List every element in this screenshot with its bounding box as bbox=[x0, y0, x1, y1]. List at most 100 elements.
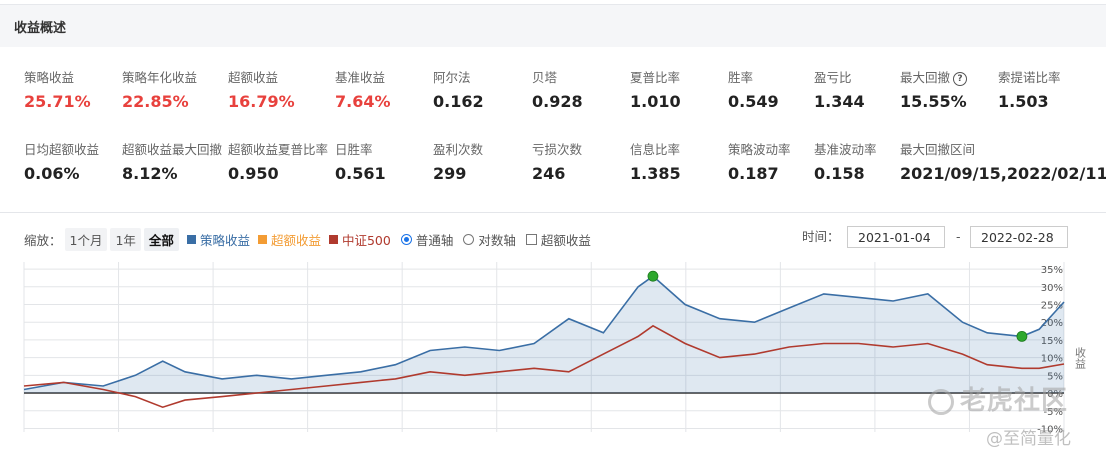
metric-1: 策略收益 25.71% bbox=[24, 67, 91, 111]
metric-value: 0.06% bbox=[24, 164, 80, 183]
metric-value: 7.64% bbox=[335, 92, 391, 111]
marker-drawdown-end bbox=[1016, 330, 1028, 342]
y-tick-label: 25% bbox=[1041, 301, 1063, 312]
metric-value: 22.85% bbox=[122, 92, 189, 111]
metric-label-wrap: 最大回撤? bbox=[900, 67, 968, 86]
metric-value: 16.79% bbox=[228, 92, 295, 111]
zoom-label: 缩放： bbox=[24, 233, 62, 248]
legend-excess-swatch bbox=[257, 235, 267, 244]
watermark-logo: 老虎社区 bbox=[928, 380, 1068, 417]
metric-label: 超额收益 bbox=[228, 70, 279, 85]
metric-r2-9: 基准波动率 0.158 bbox=[814, 139, 877, 183]
date-separator: - bbox=[956, 229, 961, 244]
excess-checkbox-label: 超额收益 bbox=[540, 233, 591, 248]
metric-label: 信息比率 bbox=[630, 142, 681, 157]
normal-axis-label: 普通轴 bbox=[415, 233, 454, 248]
y-axis-label: 收益 bbox=[1074, 346, 1087, 369]
legend-csi500-swatch bbox=[328, 235, 338, 244]
log-axis-label: 对数轴 bbox=[478, 233, 516, 248]
end-date-input[interactable]: 2022-02-28 bbox=[970, 226, 1068, 248]
legend-strategy-swatch bbox=[186, 235, 196, 244]
metric-label: 盈亏比 bbox=[814, 70, 852, 85]
metric-r2-3: 超额收益夏普比率 0.950 bbox=[228, 139, 328, 183]
metric-label: 超额收益最大回撤 bbox=[122, 142, 223, 157]
metric-label: 贝塔 bbox=[532, 70, 558, 85]
metric-label: 基准收益 bbox=[335, 70, 386, 85]
metric-label: 最大回撤区间 bbox=[900, 142, 976, 157]
metric-label: 阿尔法 bbox=[433, 70, 471, 85]
legend-excess-label: 超额收益 bbox=[270, 233, 321, 248]
y-tick-label: 35% bbox=[1041, 265, 1063, 276]
metric-label: 策略收益 bbox=[24, 70, 75, 85]
metric-label: 索提诺比率 bbox=[998, 70, 1061, 85]
metric-value: 299 bbox=[433, 164, 467, 183]
chart-controls: 缩放： 1个月 1年 全部 策略收益 超额收益 中证500 普通轴 对数轴 超额… bbox=[24, 228, 591, 251]
metric-label: 日均超额收益 bbox=[24, 142, 100, 157]
watermark-handle: @至简量化 bbox=[986, 429, 1071, 449]
metric-value: 0.549 bbox=[728, 92, 779, 111]
metric-6: 贝塔 0.928 bbox=[532, 67, 583, 111]
metric-value: 8.12% bbox=[122, 164, 178, 183]
metric-r2-2: 超额收益最大回撤 8.12% bbox=[122, 139, 222, 183]
metric-value: 0.928 bbox=[532, 92, 583, 111]
legend-csi500-label: 中证500 bbox=[341, 233, 391, 248]
metric-label: 超额收益夏普比率 bbox=[228, 142, 329, 157]
metric-8: 胜率 0.549 bbox=[728, 67, 779, 111]
metric-7: 夏普比率 1.010 bbox=[630, 67, 681, 111]
legend-excess[interactable]: 超额收益 bbox=[257, 230, 321, 249]
metric-r2-5: 盈利次数 299 bbox=[433, 139, 483, 183]
metric-label: 最大回撤 bbox=[900, 70, 951, 85]
metric-value: 246 bbox=[532, 164, 566, 183]
series-line-csi500 bbox=[23, 324, 1065, 409]
metric-4: 基准收益 7.64% bbox=[335, 67, 391, 111]
section-header: 收益概述 bbox=[0, 4, 1106, 47]
metric-r2-10: 最大回撤区间 2021/09/15,2022/02/11 bbox=[900, 139, 1106, 183]
metric-value: 15.55% bbox=[900, 92, 967, 111]
metric-value: 1.010 bbox=[630, 92, 681, 111]
time-label: 时间： bbox=[802, 229, 840, 244]
metric-r2-6: 亏损次数 246 bbox=[532, 139, 582, 183]
marker-drawdown-start bbox=[647, 270, 659, 282]
start-date-input[interactable]: 2021-01-04 bbox=[847, 226, 945, 248]
zoom-all-button[interactable]: 全部 bbox=[143, 228, 179, 251]
excess-checkbox[interactable] bbox=[525, 234, 537, 245]
y-tick-label: 20% bbox=[1041, 318, 1063, 329]
zoom-1y-button[interactable]: 1年 bbox=[110, 228, 141, 251]
series-area-0 bbox=[24, 276, 1064, 394]
normal-axis-radio[interactable] bbox=[400, 234, 412, 245]
metric-10: 最大回撤? 15.55% bbox=[900, 67, 968, 111]
metric-2: 策略年化收益 22.85% bbox=[122, 67, 197, 111]
metric-r2-7: 信息比率 1.385 bbox=[630, 139, 681, 183]
watermark-line1: 老虎社区 bbox=[960, 386, 1069, 416]
metric-label: 策略波动率 bbox=[728, 142, 791, 157]
zoom-1m-button[interactable]: 1个月 bbox=[64, 228, 108, 251]
help-icon[interactable]: ? bbox=[953, 71, 968, 86]
metric-9: 盈亏比 1.344 bbox=[814, 67, 865, 111]
metric-value: 25.71% bbox=[24, 92, 91, 111]
metric-value: 0.561 bbox=[335, 164, 386, 183]
metric-value: 2021/09/15,2022/02/11 bbox=[900, 164, 1106, 183]
legend-csi500[interactable]: 中证500 bbox=[328, 230, 391, 249]
log-axis-radio[interactable] bbox=[463, 234, 475, 245]
y-tick-label: 15% bbox=[1041, 336, 1063, 347]
metric-r2-4: 日胜率 0.561 bbox=[335, 139, 386, 183]
section-title: 收益概述 bbox=[14, 21, 67, 36]
metric-r2-1: 日均超额收益 0.06% bbox=[24, 139, 99, 183]
metric-value: 1.385 bbox=[630, 164, 681, 183]
y-tick-label: 30% bbox=[1041, 283, 1063, 294]
legend-strategy[interactable]: 策略收益 bbox=[186, 230, 250, 249]
watermark-icon bbox=[928, 388, 954, 415]
metric-value: 0.158 bbox=[814, 164, 865, 183]
metric-value: 1.503 bbox=[998, 92, 1049, 111]
metric-r2-8: 策略波动率 0.187 bbox=[728, 139, 791, 183]
metric-value: 0.162 bbox=[433, 92, 484, 111]
metric-label: 胜率 bbox=[728, 70, 754, 85]
divider bbox=[0, 212, 1106, 213]
metric-label: 亏损次数 bbox=[532, 142, 583, 157]
metric-value: 0.187 bbox=[728, 164, 779, 183]
legend-strategy-label: 策略收益 bbox=[199, 233, 250, 248]
metric-5: 阿尔法 0.162 bbox=[433, 67, 484, 111]
metric-label: 基准波动率 bbox=[814, 142, 877, 157]
metric-label: 日胜率 bbox=[335, 142, 373, 157]
y-tick-label: 10% bbox=[1041, 354, 1063, 365]
